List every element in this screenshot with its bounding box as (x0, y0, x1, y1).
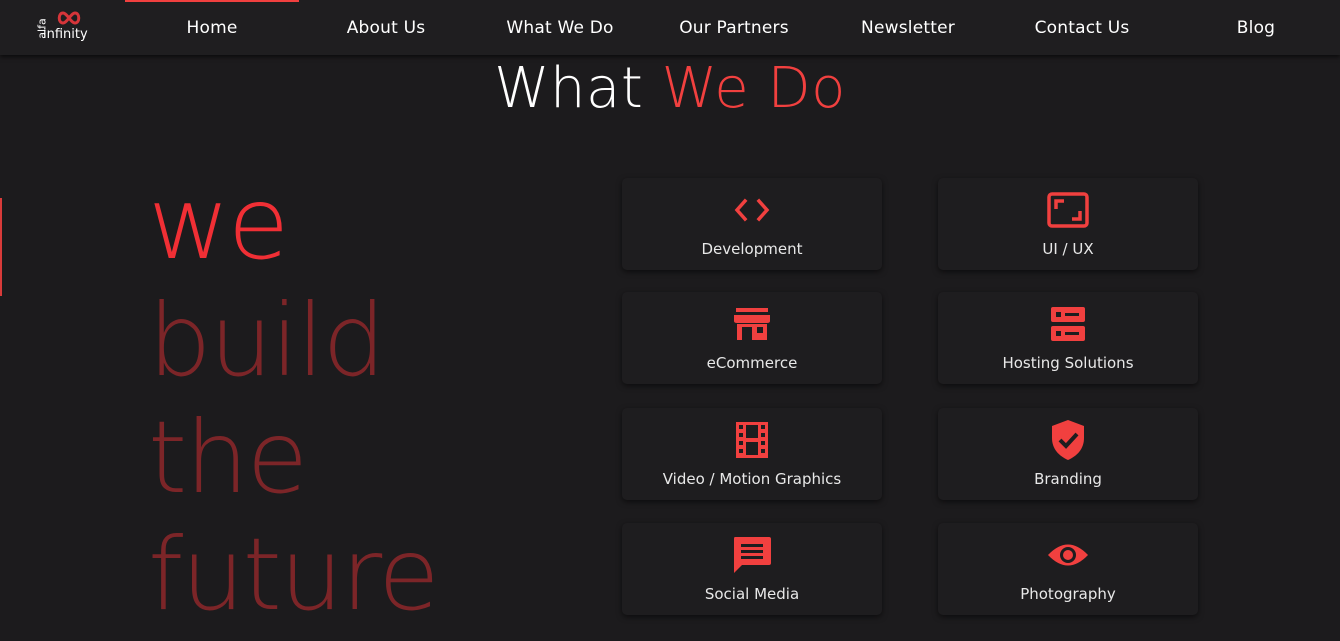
brand-logo[interactable]: alfa infinity (36, 10, 98, 44)
section-title-red: We Do (661, 56, 846, 121)
section-title: What We Do (0, 56, 1340, 121)
side-scroll-marker (0, 198, 2, 296)
nav-home[interactable]: Home (125, 0, 299, 55)
nav-newsletter[interactable]: Newsletter (821, 0, 995, 55)
slogan-line-future: future (148, 516, 440, 633)
infinity-logo-icon (57, 11, 81, 25)
service-label: Development (701, 240, 803, 258)
hero-slogan: we build the future (148, 165, 528, 633)
server-icon (1046, 304, 1090, 344)
section-title-white: What (494, 56, 644, 121)
service-label: Hosting Solutions (1002, 354, 1134, 372)
film-icon (730, 420, 774, 460)
service-card-social-media[interactable]: Social Media (622, 523, 882, 615)
store-icon (730, 304, 774, 344)
slogan-line-the: the (148, 399, 308, 516)
service-card-development[interactable]: Development (622, 178, 882, 270)
nav-blog[interactable]: Blog (1169, 0, 1340, 55)
service-card-ecommerce[interactable]: eCommerce (622, 292, 882, 384)
slogan-line-we: we (148, 165, 289, 282)
chat-icon (730, 535, 774, 575)
service-card-branding[interactable]: Branding (938, 408, 1198, 500)
service-card-video[interactable]: Video / Motion Graphics (622, 408, 882, 500)
service-label: UI / UX (1042, 240, 1094, 258)
nav-contact-us[interactable]: Contact Us (995, 0, 1169, 55)
nav-our-partners[interactable]: Our Partners (647, 0, 821, 55)
service-label: Video / Motion Graphics (662, 470, 842, 488)
shield-check-icon (1046, 420, 1090, 460)
service-card-photography[interactable]: Photography (938, 523, 1198, 615)
nav-what-we-do[interactable]: What We Do (473, 0, 647, 55)
nav-about-us[interactable]: About Us (299, 0, 473, 55)
service-card-ui-ux[interactable]: UI / UX (938, 178, 1198, 270)
service-label: Social Media (704, 585, 800, 603)
eye-icon (1046, 535, 1090, 575)
slogan-line-build: build (148, 282, 386, 399)
service-label: eCommerce (706, 354, 798, 372)
aspect-ratio-icon (1046, 190, 1090, 230)
logo-text-infinity: infinity (43, 27, 88, 42)
service-label: Photography (1020, 585, 1116, 603)
service-label: Branding (1034, 470, 1102, 488)
service-card-hosting[interactable]: Hosting Solutions (938, 292, 1198, 384)
code-icon (730, 190, 774, 230)
top-navbar: alfa infinity Home About Us What We Do O… (0, 0, 1340, 55)
